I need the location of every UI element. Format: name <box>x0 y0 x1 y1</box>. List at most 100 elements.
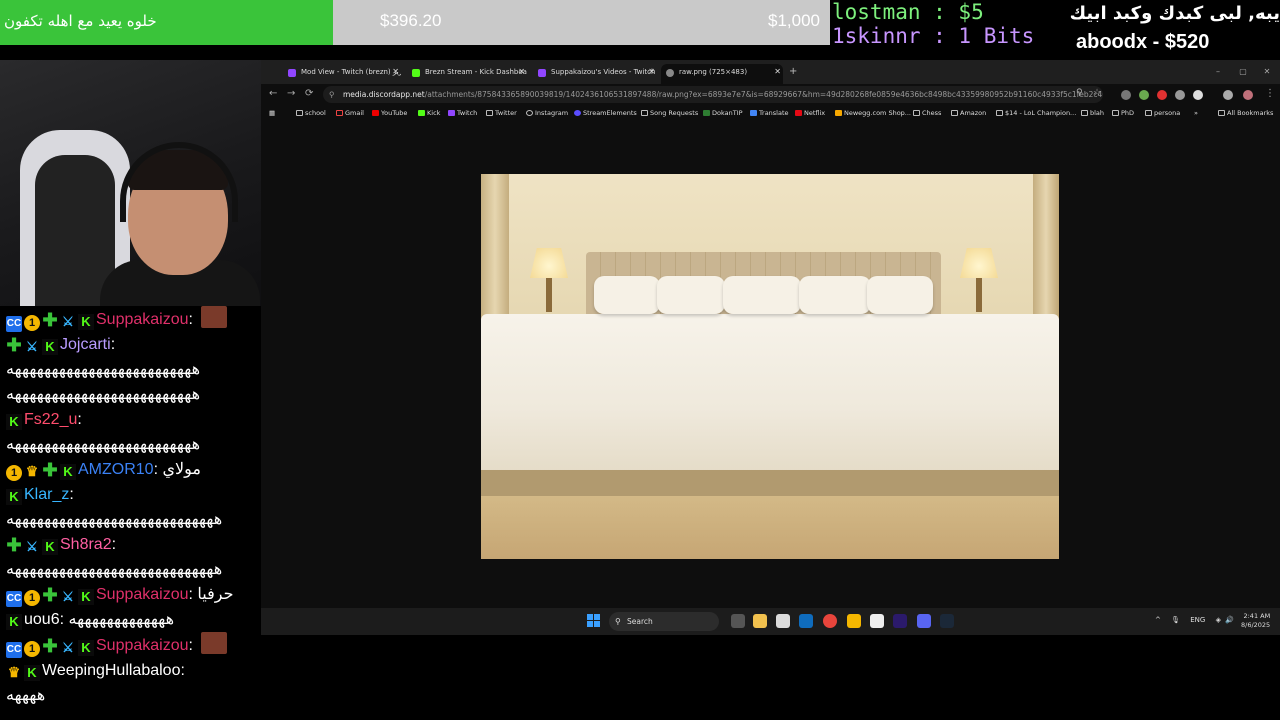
bookmark-item[interactable]: school <box>296 109 326 117</box>
mic-icon[interactable]: 🎙 <box>1171 616 1180 624</box>
folder-icon <box>1112 110 1119 116</box>
tab-mod-view[interactable]: Mod View - Twitch (brezn) بريز ✕ <box>283 64 401 84</box>
chat-username[interactable]: Suppakaizou <box>96 637 189 654</box>
record-icon[interactable] <box>1157 90 1167 100</box>
bookmark-item[interactable]: Instagram <box>526 109 568 117</box>
address-bar[interactable]: ⚲ media.discordapp.net/attachments/87584… <box>323 86 1103 103</box>
chat-separator: : <box>110 336 116 353</box>
bookmark-item[interactable]: Twitch <box>448 109 477 117</box>
chrome-icon[interactable] <box>823 614 837 628</box>
new-tab-button[interactable]: + <box>789 66 797 77</box>
close-icon[interactable]: ✕ <box>774 67 781 76</box>
kick-badge-icon: K <box>6 614 22 630</box>
bookmark-item[interactable]: Chess <box>913 109 941 117</box>
close-icon[interactable]: ✕ <box>518 67 525 76</box>
chat-username[interactable]: Jojcarti <box>60 336 111 353</box>
apps-icon[interactable]: ▦ <box>269 109 275 117</box>
tab-raw-png[interactable]: raw.png (725×483) ✕ <box>661 64 783 84</box>
outlook-icon[interactable] <box>799 614 813 628</box>
extension-icon[interactable] <box>1139 90 1149 100</box>
bookmark-item[interactable]: DokanTIP <box>703 109 743 117</box>
bookmark-item[interactable]: StreamElements <box>574 109 637 117</box>
bedroom-photo[interactable] <box>481 174 1059 559</box>
site-info-icon[interactable]: ⚲ <box>329 86 335 103</box>
chat-separator: : <box>111 536 117 553</box>
task-view-icon[interactable] <box>731 614 745 628</box>
bookmark-item[interactable]: Amazon <box>951 109 986 117</box>
taskbar-search[interactable]: ⚲ Search <box>609 612 719 631</box>
bookmark-item[interactable]: $14 - LoL Champion... <box>996 109 1076 117</box>
chat-username[interactable]: uou6 <box>24 611 60 628</box>
speaker-icon[interactable]: 🔊 <box>1225 616 1234 624</box>
profile-avatar[interactable] <box>1243 90 1253 100</box>
chat-message: K Klar_z: <box>0 482 261 507</box>
bookmark-item[interactable]: Translate <box>750 109 789 117</box>
wifi-icon[interactable]: ◈ <box>1216 616 1221 624</box>
minimize-button[interactable]: – <box>1206 64 1230 80</box>
bed-frame <box>481 470 1059 496</box>
language-indicator[interactable]: ENG <box>1190 616 1205 624</box>
puzzle-icon[interactable] <box>1193 90 1203 100</box>
bookmark-item[interactable]: persona <box>1145 109 1180 117</box>
back-icon[interactable]: ← <box>269 88 277 99</box>
chevron-up-icon[interactable]: ^ <box>1155 616 1161 624</box>
kick-badge-icon: K <box>78 314 94 330</box>
file-explorer-icon[interactable] <box>753 614 767 628</box>
bookmark-item[interactable]: YouTube <box>372 109 407 117</box>
bookmark-item[interactable]: Newegg.com Shop... <box>835 109 911 117</box>
all-bookmarks[interactable]: All Bookmarks <box>1218 109 1273 117</box>
bookmarks-overflow[interactable]: » <box>1194 109 1198 117</box>
tab-kick-dashboard[interactable]: Brezn Stream - Kick Dashboard ✕ <box>407 64 527 84</box>
maximize-button[interactable]: ▢ <box>1231 64 1255 80</box>
chat-username[interactable]: AMZOR10 <box>78 461 154 478</box>
bookmark-item[interactable]: Song Requests <box>641 109 698 117</box>
bookmark-label: YouTube <box>381 109 408 117</box>
premiere-icon[interactable] <box>893 614 907 628</box>
pillow <box>799 276 871 314</box>
chat-username[interactable]: Suppakaizou <box>96 311 189 328</box>
start-button[interactable] <box>587 614 601 628</box>
capcut-icon[interactable] <box>870 614 884 628</box>
tab-twitch-videos[interactable]: Suppakaizou's Videos - Twitch ✕ <box>533 64 657 84</box>
browser-tab-bar: Mod View - Twitch (brezn) بريز ✕ Brezn S… <box>261 60 1280 84</box>
chat-username[interactable]: WeepingHullabaloo <box>42 662 180 679</box>
reload-icon[interactable]: ⟳ <box>305 88 313 99</box>
zoom-icon[interactable]: ⚲ <box>1076 88 1083 98</box>
kick-badge-icon: K <box>60 464 76 480</box>
extension-icon[interactable] <box>1121 90 1131 100</box>
chat-username[interactable]: Suppakaizou <box>96 586 189 603</box>
search-icon: ⚲ <box>615 617 621 626</box>
steam-icon[interactable] <box>940 614 954 628</box>
url-host: media.discordapp.net <box>343 90 425 99</box>
bookmark-item[interactable]: Gmail <box>336 109 364 117</box>
twitch-icon <box>448 110 455 116</box>
media-icon[interactable] <box>1223 90 1233 100</box>
bookmark-item[interactable]: blah <box>1081 109 1104 117</box>
recent-events: lostman : $5 1skinnr : 1 Bits <box>832 0 1072 50</box>
chat-username[interactable]: Sh8ra2 <box>60 536 112 553</box>
forward-icon[interactable]: → <box>287 88 295 99</box>
app-icon[interactable] <box>847 614 861 628</box>
bookmark-label: DokanTIP <box>712 109 743 117</box>
chat-message: ✚ ⚔ K Jojcarti: <box>0 332 261 357</box>
close-icon[interactable]: ✕ <box>648 67 655 76</box>
store-icon[interactable] <box>776 614 790 628</box>
clock[interactable]: 2:41 AM 8/6/2025 <box>1241 612 1270 630</box>
kick-icon <box>418 110 425 116</box>
bookmark-item[interactable]: Netflix <box>795 109 825 117</box>
discord-icon[interactable] <box>917 614 931 628</box>
chat-username[interactable]: Fs22_u <box>24 411 77 428</box>
chat-text: هههههههههههههههههههههههههه <box>6 436 201 453</box>
kick-badge-icon: K <box>42 539 58 555</box>
chat-username[interactable]: Klar_z <box>24 486 69 503</box>
bookmark-star-icon[interactable]: ☆ <box>1093 88 1101 98</box>
close-icon[interactable]: ✕ <box>392 67 399 76</box>
chat-text: مولاي <box>162 461 201 478</box>
kick-badge-icon: K <box>6 414 22 430</box>
menu-icon[interactable]: ⋮ <box>1265 88 1275 99</box>
close-window-button[interactable]: ✕ <box>1255 64 1279 80</box>
bookmark-item[interactable]: Kick <box>418 109 440 117</box>
bookmark-item[interactable]: PhD <box>1112 109 1134 117</box>
bookmark-item[interactable]: Twitter <box>486 109 517 117</box>
shield-icon[interactable] <box>1175 90 1185 100</box>
